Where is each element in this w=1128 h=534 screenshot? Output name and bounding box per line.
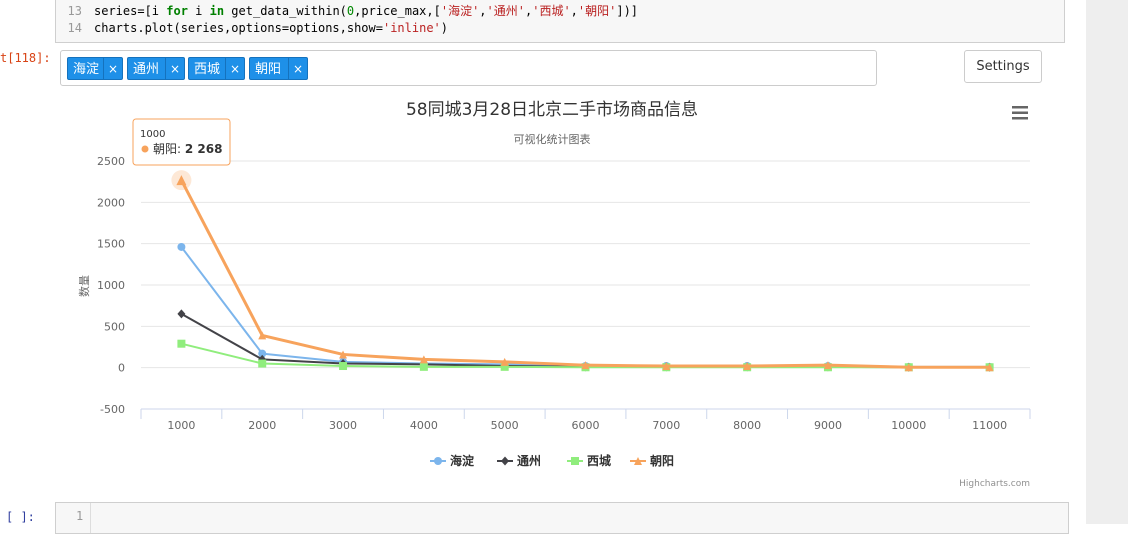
x-axis: 1000 2000 3000 4000 5000 6000 7000 8000 9000 1000… (140, 408, 1031, 432)
legend-item-xicheng[interactable]: 西城 (567, 453, 611, 468)
x-tick-label: 11000 (972, 419, 1007, 432)
x-tick-label: 9000 (814, 419, 842, 432)
series-line (180, 313, 990, 369)
legend-label: 通州 (517, 453, 541, 468)
chart-subtitle: 可视化统计图表 (514, 132, 591, 146)
chart: 58同城3月28日北京二手市场商品信息 可视化统计图表 数量 -500 0 500 1… (78, 100, 1031, 489)
series-line (180, 246, 990, 368)
legend-marker (571, 457, 579, 465)
next-cell-prompt: [ ]: (6, 510, 35, 524)
legend-marker (501, 456, 509, 466)
series-haidian (177, 242, 994, 371)
legend-label: 朝阳 (650, 453, 674, 468)
tooltip-line: 朝阳: 2 268 (153, 142, 222, 156)
data-point (258, 359, 267, 368)
tooltip-value: 2 268 (185, 142, 223, 156)
series-group (171, 170, 994, 372)
tooltip-marker (141, 145, 149, 153)
series-line (180, 179, 990, 369)
y-tick-label: 2500 (97, 155, 125, 168)
x-tick-label: 4000 (410, 419, 438, 432)
x-tick-label: 1000 (167, 419, 195, 432)
legend-marker (434, 457, 442, 465)
legend-item-tongzhou[interactable]: 通州 (497, 453, 541, 468)
x-tick-label: 5000 (491, 419, 519, 432)
y-tick-label: -500 (100, 403, 125, 416)
data-point (339, 362, 348, 371)
right-gutter (1086, 0, 1128, 524)
line-gutter (56, 503, 91, 533)
credits-link[interactable]: Highcharts.com (959, 479, 1030, 489)
y-tick-label: 500 (104, 320, 125, 333)
next-code-cell[interactable]: 1 (55, 502, 1069, 534)
y-tick-label: 1500 (97, 238, 125, 251)
x-tick-label: 8000 (733, 419, 761, 432)
chart-menu-icon[interactable] (1010, 104, 1030, 122)
y-tick-label: 2000 (97, 196, 125, 209)
tooltip-header: 1000 (140, 129, 165, 140)
x-tick-label: 6000 (572, 419, 600, 432)
chart-title: 58同城3月28日北京二手市场商品信息 (406, 100, 698, 120)
line-number: 1 (76, 509, 84, 523)
x-tick-label: 3000 (329, 419, 357, 432)
data-point (419, 362, 428, 371)
legend[interactable]: 海淀 通州 西城 朝阳 (430, 453, 674, 468)
x-tick-label: 2000 (248, 419, 276, 432)
data-point (177, 339, 186, 348)
data-point (177, 242, 186, 251)
x-tick-label: 10000 (891, 419, 926, 432)
legend-item-haidian[interactable]: 海淀 (430, 453, 475, 468)
legend-item-chaoyang[interactable]: 朝阳 (630, 453, 674, 468)
y-tick-label: 1000 (97, 279, 125, 292)
tooltip-series: 朝阳 (153, 142, 177, 156)
tooltip-separator: : (177, 142, 185, 156)
data-point (177, 309, 186, 319)
grid-lines (141, 160, 1030, 410)
tooltip: 1000 朝阳: 2 268 (132, 118, 231, 166)
series-chaoyang (176, 175, 994, 372)
x-tick-label: 7000 (652, 419, 680, 432)
legend-label: 西城 (587, 453, 611, 468)
legend-label: 海淀 (450, 453, 475, 468)
y-axis-ticks: -500 0 500 1000 1500 2000 2500 (97, 155, 125, 416)
y-axis-title: 数量 (78, 275, 91, 297)
y-tick-label: 0 (118, 362, 125, 375)
